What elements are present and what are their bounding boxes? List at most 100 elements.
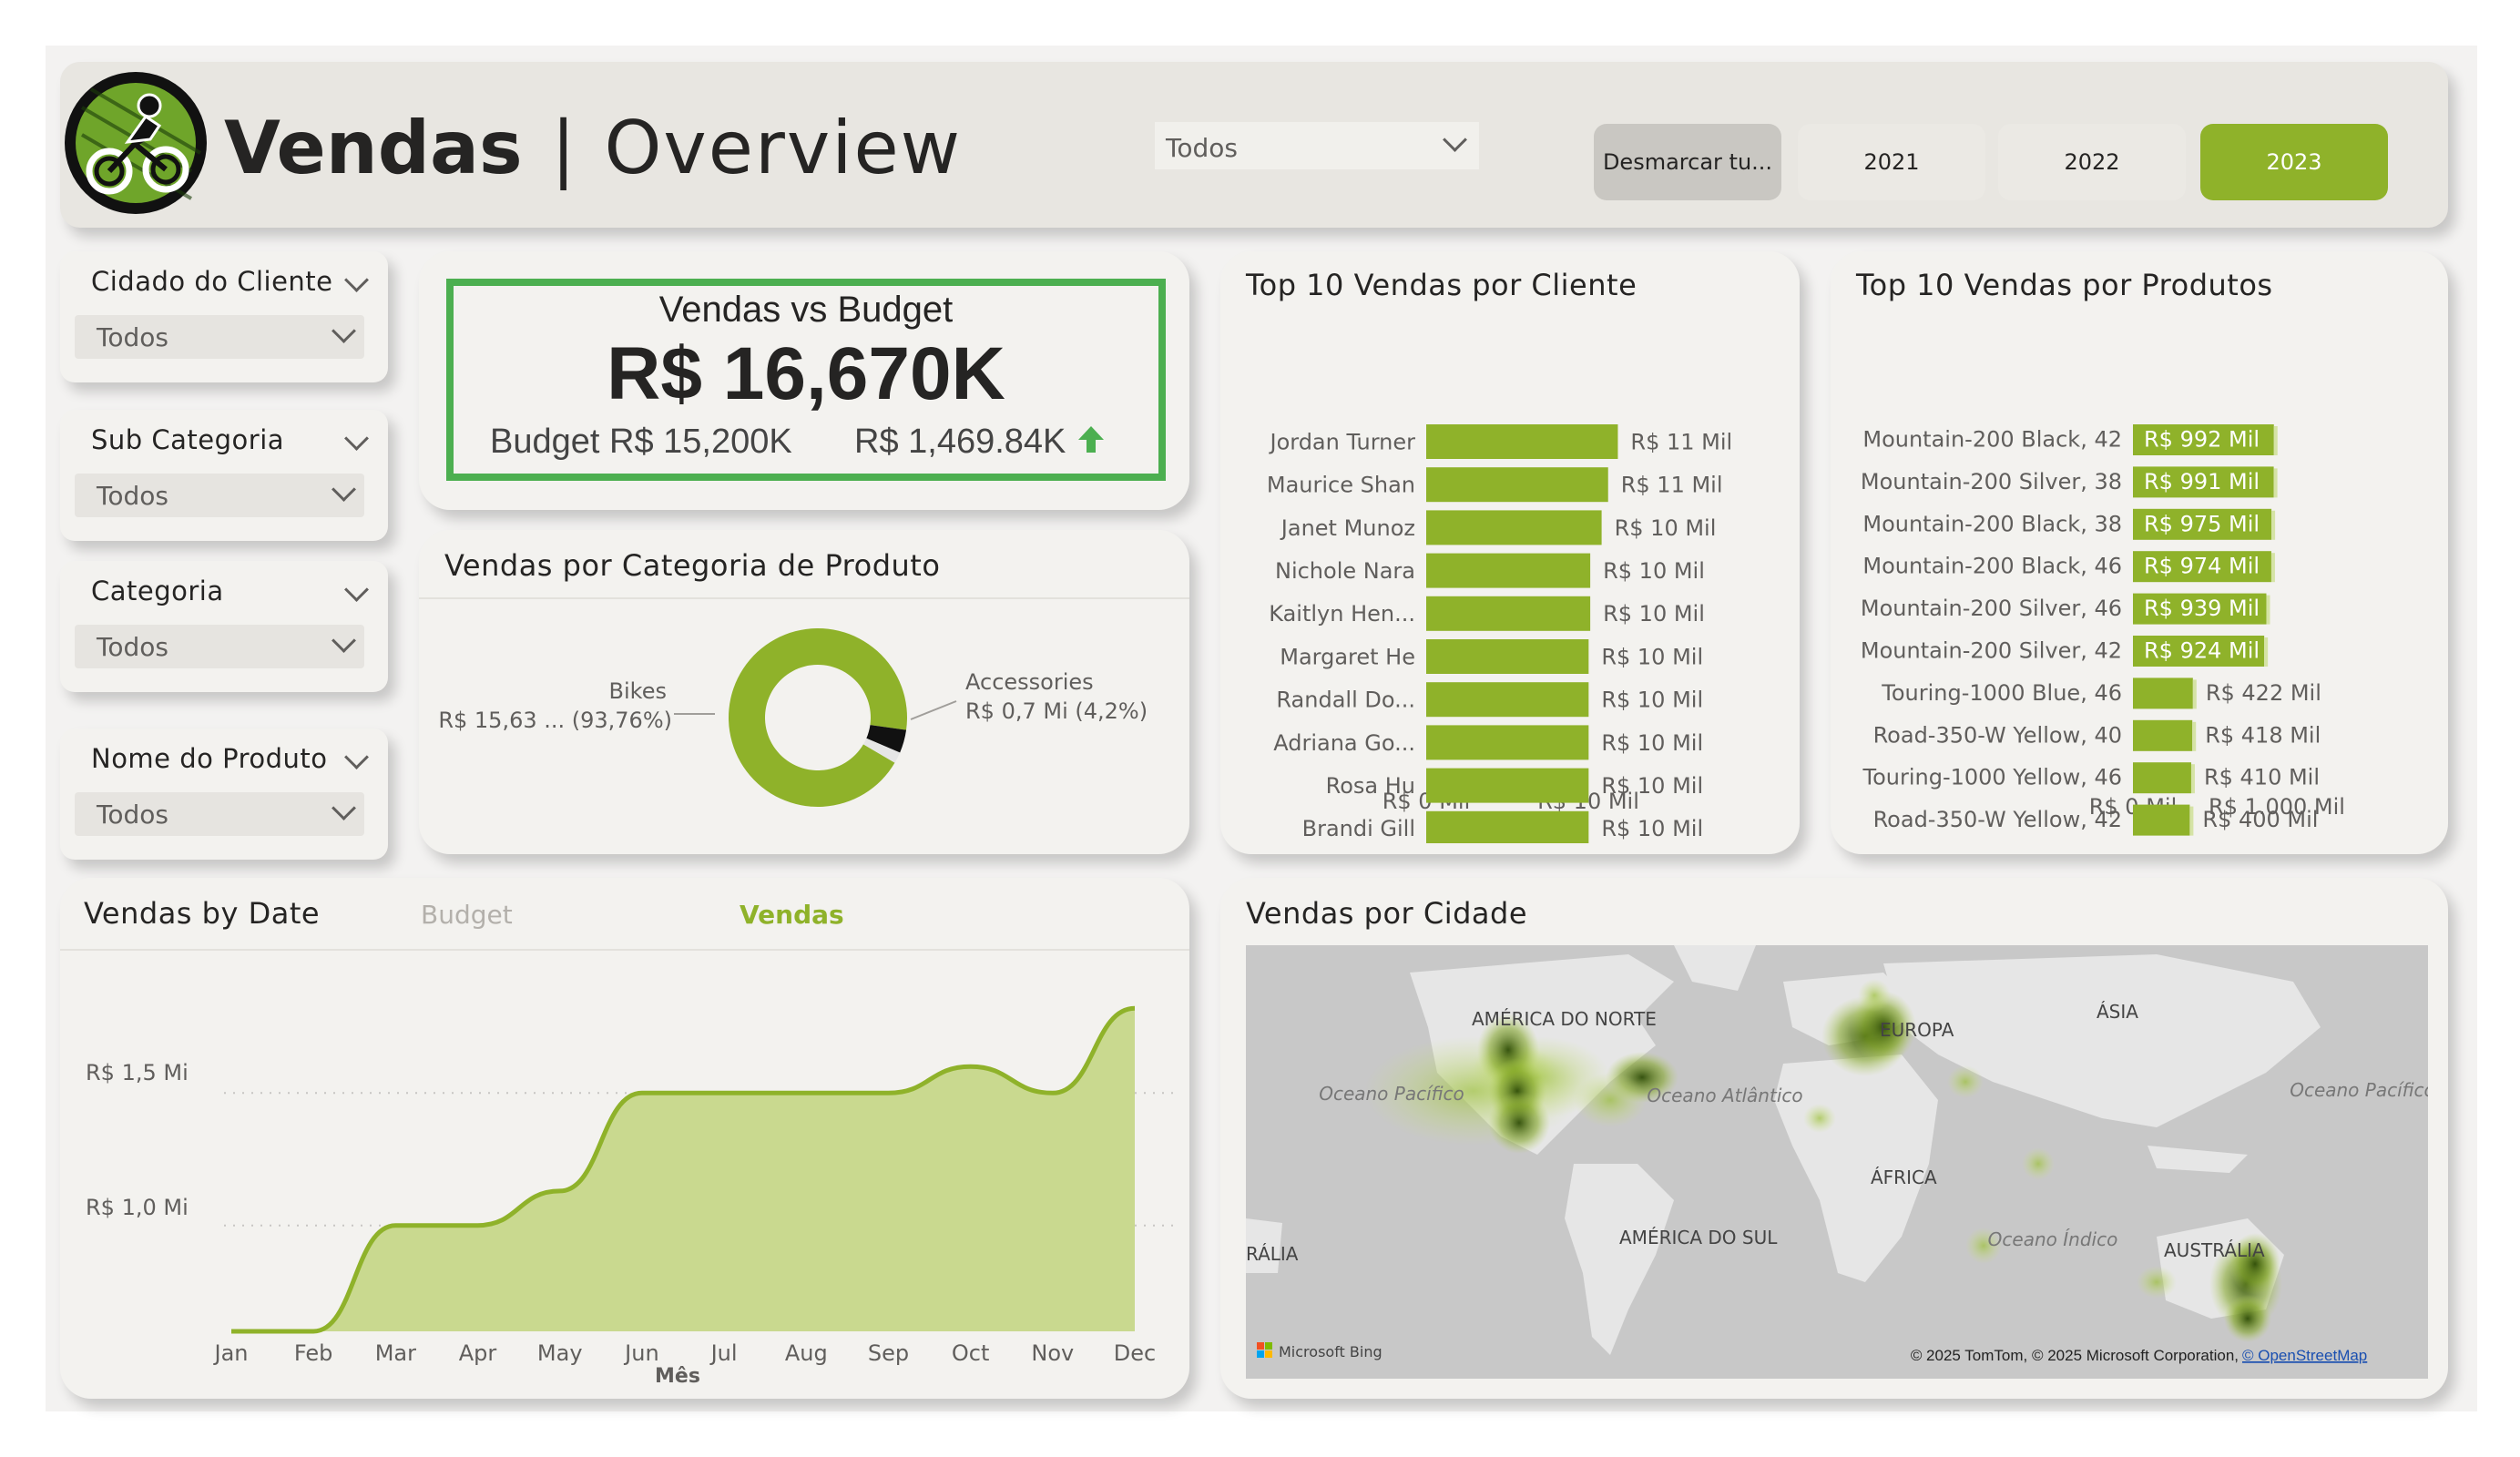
map-view[interactable]: AMÉRICA DO NORTE EUROPA ÁSIA ÁFRICA AMÉR… (1246, 945, 2428, 1379)
legend-vendas[interactable]: Vendas (740, 900, 844, 930)
filter-product-name[interactable]: Nome do Produto Todos (60, 728, 388, 860)
filter-label: Nome do Produto (91, 743, 328, 774)
category-label: Mountain-200 Black, 46 (1862, 554, 2122, 579)
clients-bar-chart: R$ 0 Mil R$ 10 Mil Jordan TurnerR$ 11 Mi… (1267, 424, 1732, 843)
category-label: Mountain-200 Black, 42 (1862, 426, 2122, 452)
filter-dropdown[interactable]: Todos (75, 315, 364, 359)
donut-slices (729, 628, 907, 807)
map-ocean-indian: Oceano Índico (1988, 1228, 2118, 1250)
x-tick: Mar (375, 1340, 416, 1366)
bar[interactable] (1426, 424, 1618, 459)
asia (1883, 954, 2321, 1127)
chevron-down-icon[interactable] (344, 745, 369, 769)
category-chart-title: Vendas por Categoria de Produto (444, 548, 941, 583)
bar-shadow (2264, 637, 2269, 667)
year-2022-button[interactable]: 2022 (1998, 124, 2186, 200)
bar[interactable] (1426, 810, 1589, 843)
kpi-budget: Budget R$ 15,200K (490, 423, 792, 461)
clear-selection-button[interactable]: Desmarcar tu... (1594, 124, 1781, 200)
page-title-bold: Vendas (224, 106, 523, 190)
chevron-down-icon[interactable] (344, 426, 369, 451)
data-label: R$ 924 Mil (2144, 637, 2260, 663)
bar-shadow (2266, 595, 2270, 625)
world-map: AMÉRICA DO NORTE EUROPA ÁSIA ÁFRICA AMÉR… (1246, 945, 2428, 1364)
bar[interactable] (1426, 768, 1589, 803)
header-dropdown[interactable]: Todos (1155, 122, 1479, 169)
map-label-asia: ÁSIA (2097, 1001, 2138, 1023)
map-title: Vendas por Cidade (1246, 896, 1528, 931)
category-label: Touring-1000 Yellow, 46 (1862, 765, 2122, 790)
leader-line-accessories (910, 700, 957, 720)
date-chart-card: Vendas by Date Budget Vendas R$ 1,5 Mi R… (60, 878, 1189, 1399)
bing-label: Microsoft Bing (1279, 1343, 1382, 1360)
category-label: Mountain-200 Silver, 46 (1861, 596, 2122, 621)
chevron-down-icon (332, 319, 356, 343)
category-label: Brandi Gill (1302, 816, 1415, 841)
chevron-down-icon[interactable] (344, 268, 369, 292)
data-label: R$ 418 Mil (2205, 722, 2321, 748)
x-tick: Jul (709, 1340, 738, 1366)
year-2023-button[interactable]: 2023 (2200, 124, 2388, 200)
bar[interactable] (1426, 596, 1591, 631)
filter-sub-category[interactable]: Sub Categoria Todos (60, 410, 388, 541)
bar[interactable] (2133, 804, 2190, 836)
category-label: Janet Munoz (1280, 515, 1415, 541)
data-label: R$ 10 Mil (1601, 730, 1703, 756)
indonesia (2148, 1146, 2248, 1173)
bing-logo: Microsoft Bing (1257, 1342, 1382, 1360)
date-area-chart: R$ 1,5 Mi R$ 1,0 Mi Mês Jan Feb Mar Apr May J… (86, 1005, 1173, 1388)
year-2021-button[interactable]: 2021 (1798, 124, 1985, 200)
bar[interactable] (2133, 678, 2193, 709)
label-bikes-value: R$ 15,63 ... (93,76%) (438, 708, 672, 733)
filter-dropdown[interactable]: Todos (75, 474, 364, 517)
data-label: R$ 992 Mil (2144, 426, 2260, 452)
x-tick: Feb (294, 1340, 333, 1366)
bar[interactable] (1426, 639, 1589, 674)
x-tick: Sep (868, 1340, 909, 1366)
page-title-light: Overview (604, 106, 963, 190)
label-accessories: Accessories (965, 669, 1094, 695)
donut-slice-bikes[interactable] (729, 628, 907, 807)
category-label: Randall Do... (1276, 688, 1415, 713)
filter-dropdown[interactable]: Todos (75, 792, 364, 836)
map-ocean-atlantic: Oceano Atlântico (1647, 1085, 1802, 1106)
legend-budget[interactable]: Budget (421, 900, 513, 930)
bar[interactable] (1426, 682, 1589, 718)
products-chart-card: Top 10 Vendas por Produtos R$ 0 Mil R$ 1… (1831, 251, 2448, 854)
bar[interactable] (1426, 510, 1602, 545)
filter-category[interactable]: Categoria Todos (60, 561, 388, 692)
kpi-value: R$ 16,670K (607, 332, 1005, 415)
data-label: R$ 10 Mil (1615, 515, 1717, 541)
data-label: R$ 410 Mil (2204, 765, 2320, 790)
filter-dropdown[interactable]: Todos (75, 625, 364, 668)
data-label: R$ 10 Mil (1603, 558, 1705, 584)
page-title-separator: | (551, 106, 576, 190)
bar-shadow (2270, 553, 2275, 583)
dashboard-canvas: Vendas | Overview Todos Desmarcar tu... … (46, 46, 2477, 1411)
chevron-down-icon[interactable] (344, 577, 369, 602)
map-ocean-pacific: Oceano Pacífico (1319, 1083, 1464, 1105)
map-card: Vendas por Cidade AMÉRICA DO NORTE EUROP… (1220, 878, 2448, 1399)
label-bikes: Bikes (609, 678, 667, 704)
filter-customer-city[interactable]: Cidado do Cliente Todos (60, 251, 388, 382)
data-label: R$ 991 Mil (2144, 469, 2260, 494)
chevron-down-icon (332, 796, 356, 820)
filter-value: Todos (97, 632, 168, 662)
map-attribution: © 2025 TomTom, © 2025 Microsoft Corporat… (1911, 1347, 2239, 1364)
filter-value: Todos (97, 322, 168, 352)
osm-link[interactable]: © OpenStreetMap (2242, 1347, 2367, 1364)
bar[interactable] (2133, 762, 2191, 794)
bar[interactable] (1426, 467, 1608, 503)
data-label: R$ 11 Mil (1621, 473, 1723, 498)
bar[interactable] (1426, 553, 1591, 588)
data-label: R$ 400 Mil (2202, 807, 2318, 832)
data-label: R$ 10 Mil (1601, 773, 1703, 799)
chevron-down-icon (332, 477, 356, 502)
filter-label: Sub Categoria (91, 424, 285, 455)
category-label: Nichole Nara (1275, 558, 1415, 584)
bar-shadow (2273, 468, 2278, 498)
bar[interactable] (1426, 725, 1589, 760)
data-label: R$ 975 Mil (2144, 511, 2260, 536)
bar[interactable] (2133, 719, 2193, 751)
map-label-australia-edge: RÁLIA (1246, 1243, 1299, 1265)
